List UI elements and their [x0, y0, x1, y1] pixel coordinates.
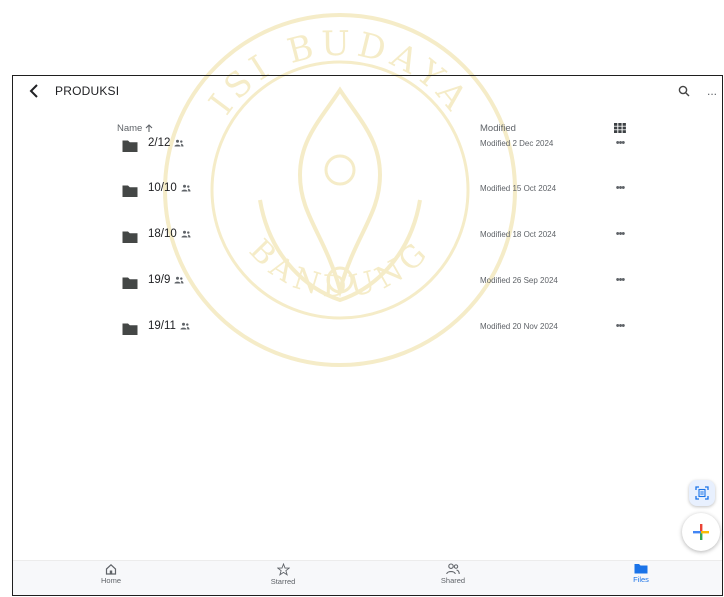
folder-icon — [634, 564, 648, 574]
device-frame: PRODUKSI ... Name Modified 2/12 Modified … — [12, 75, 723, 596]
file-name: 19/9 — [148, 274, 171, 286]
shared-icon — [180, 322, 190, 330]
file-modified-date: Modified 18 Oct 2024 — [480, 230, 557, 239]
file-more-button[interactable]: ••• — [611, 135, 629, 151]
file-name: 18/10 — [148, 228, 177, 240]
file-more-button[interactable]: ••• — [611, 272, 629, 288]
search-icon — [678, 85, 690, 97]
file-row[interactable]: 2/12 Modified 2 Dec 2024 ••• — [13, 133, 722, 173]
file-row[interactable]: 18/10 Modified 18 Oct 2024 ••• — [13, 224, 722, 264]
nav-starred[interactable]: Starred — [243, 563, 323, 586]
nav-starred-label: Starred — [270, 577, 296, 586]
file-modified-date: Modified 26 Sep 2024 — [480, 276, 558, 285]
file-row[interactable]: 19/11 Modified 20 Nov 2024 ••• — [13, 316, 722, 356]
star-icon — [276, 563, 290, 576]
arrow-up-icon — [145, 124, 153, 132]
plus-icon — [693, 524, 709, 540]
file-modified-date: Modified 2 Dec 2024 — [480, 139, 554, 148]
folder-icon — [122, 140, 138, 152]
folder-icon — [122, 277, 138, 289]
home-icon — [105, 563, 117, 575]
shared-icon — [181, 230, 191, 238]
people-icon — [446, 563, 460, 575]
nav-files-label: Files — [633, 575, 649, 584]
bottom-navigation: Home Starred Shared Files — [13, 560, 722, 595]
file-more-button[interactable]: ••• — [611, 318, 629, 334]
file-name: 2/12 — [148, 137, 171, 149]
file-row[interactable]: 19/9 Modified 26 Sep 2024 ••• — [13, 270, 722, 310]
folder-icon — [122, 231, 138, 243]
file-name: 10/10 — [148, 182, 177, 194]
nav-home-label: Home — [100, 576, 121, 585]
nav-shared-label: Shared — [440, 576, 466, 585]
file-modified-date: Modified 15 Oct 2024 — [480, 184, 557, 193]
scan-button[interactable] — [689, 480, 715, 506]
more-options-button[interactable]: ... — [701, 80, 723, 102]
document-scan-icon — [695, 486, 709, 500]
nav-files[interactable]: Files — [601, 563, 681, 584]
folder-icon — [122, 323, 138, 335]
file-more-button[interactable]: ••• — [611, 180, 629, 196]
file-name: 19/11 — [148, 320, 176, 332]
new-item-button[interactable] — [682, 513, 720, 551]
shared-icon — [174, 276, 184, 284]
shared-icon — [174, 139, 184, 147]
folder-icon — [122, 185, 138, 197]
shared-icon — [181, 184, 191, 192]
search-button[interactable] — [673, 80, 695, 102]
grid-view-icon — [614, 123, 626, 133]
chevron-left-icon — [29, 84, 38, 98]
nav-home[interactable]: Home — [71, 563, 151, 585]
back-button[interactable] — [23, 80, 45, 102]
file-more-button[interactable]: ••• — [611, 226, 629, 242]
top-app-bar: PRODUKSI ... — [13, 76, 722, 106]
file-row[interactable]: 10/10 Modified 15 Oct 2024 ••• — [13, 178, 722, 218]
nav-shared[interactable]: Shared — [413, 563, 493, 585]
file-modified-date: Modified 20 Nov 2024 — [480, 322, 558, 331]
page-title: PRODUKSI — [55, 84, 120, 98]
